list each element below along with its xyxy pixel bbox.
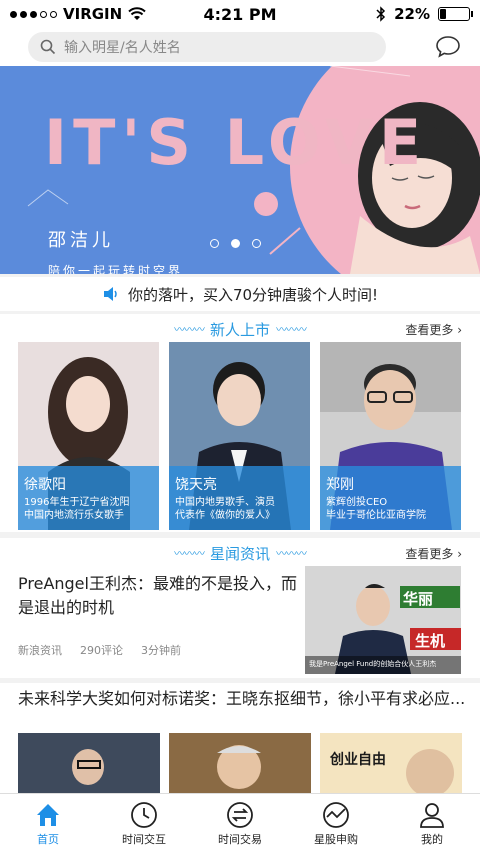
- search-input[interactable]: 输入明星/名人姓名: [28, 32, 386, 62]
- search-icon: [40, 39, 56, 55]
- banner-carousel[interactable]: IT'S LOVE 邵洁儿 陪你一起玩转时空界: [0, 66, 480, 274]
- card-desc: 紫辉创投CEO: [326, 497, 388, 508]
- card-desc: 中国内地男歌手、演员: [175, 497, 275, 508]
- card-name: 徐歌阳: [24, 477, 66, 493]
- status-left: VIRGIN: [10, 5, 190, 23]
- status-right: 22%: [290, 5, 473, 23]
- thumb-caption: 我是PreAngel Fund的创始合伙人王利杰: [309, 660, 437, 668]
- card-info: 郑刚 紫辉创投CEO 毕业于哥伦比亚商学院: [320, 466, 461, 530]
- card-info: 徐歌阳 1996年生于辽宁省沈阳 中国内地流行乐女歌手: [18, 466, 159, 530]
- news-section-header: 〰〰〰 星闻资讯 〰〰〰 查看更多 ›: [0, 538, 480, 568]
- news2-image: 创业自由: [320, 733, 462, 793]
- person-icon: [420, 802, 444, 828]
- card-desc: 中国内地流行乐女歌手: [24, 510, 124, 521]
- card-list: 徐歌阳 1996年生于辽宁省沈阳 中国内地流行乐女歌手 饶天亮 中国内地男歌手、…: [18, 342, 461, 530]
- news2-images: 创业自由: [18, 733, 462, 793]
- wave-decoration: 〰〰〰: [276, 547, 307, 560]
- celebrity-card[interactable]: 徐歌阳 1996年生于辽宁省沈阳 中国内地流行乐女歌手: [18, 342, 159, 530]
- new-listings-section: 〰〰〰 新人上市 〰〰〰 查看更多 › 徐歌阳 1996年生于辽宁省沈阳 中国内…: [0, 314, 480, 532]
- banner-title: IT'S LOVE: [44, 106, 428, 179]
- news-comments: 290评论: [80, 644, 123, 657]
- message-icon[interactable]: [434, 33, 462, 61]
- wave-decoration: 〰〰〰: [173, 547, 205, 560]
- carousel-dot-active[interactable]: [231, 239, 240, 248]
- wave-decoration: 〰〰〰: [173, 323, 205, 336]
- news-thumbnail[interactable]: 华丽 生机 我是PreAngel Fund的创始合伙人王利杰: [305, 566, 461, 674]
- clock-icon: [131, 801, 157, 828]
- carousel-indicator: [210, 239, 261, 248]
- notice-bar[interactable]: 你的落叶，买入70分钟唐骏个人时间!: [0, 277, 480, 311]
- speaker-icon: [103, 287, 117, 301]
- carousel-dot[interactable]: [252, 239, 261, 248]
- tab-time-interaction[interactable]: 时间交互: [96, 794, 192, 853]
- card-info: 饶天亮 中国内地男歌手、演员 代表作《做你的爱人》: [169, 466, 310, 530]
- news-item[interactable]: 未来科学大奖如何对标诺奖：王晓东抠细节，徐小平有求必应... 创业自由: [0, 683, 480, 793]
- new-section-title-wrap: 〰〰〰 新人上市 〰〰〰: [173, 319, 307, 340]
- news-section-title-wrap: 〰〰〰 星闻资讯 〰〰〰: [173, 543, 307, 564]
- celebrity-card[interactable]: 饶天亮 中国内地男歌手、演员 代表作《做你的爱人》: [169, 342, 310, 530]
- news2-image-text: 创业自由: [330, 752, 386, 768]
- battery-fill: [440, 9, 447, 19]
- card-desc: 毕业于哥伦比亚商学院: [326, 510, 426, 521]
- notice-text: 你的落叶，买入70分钟唐骏个人时间!: [127, 285, 379, 304]
- tab-profile[interactable]: 我的: [384, 794, 480, 853]
- battery-icon: [438, 7, 473, 21]
- news-headline[interactable]: PreAngel王利杰：最难的不是投入，而是退出的时机: [18, 572, 298, 620]
- battery-percent: 22%: [394, 5, 430, 23]
- news2-image: [18, 733, 160, 793]
- status-bar: VIRGIN 4:21 PM 22%: [0, 0, 480, 28]
- tab-label: 时间交互: [122, 832, 166, 846]
- card-desc: 1996年生于辽宁省沈阳: [24, 497, 130, 508]
- card-desc: 代表作《做你的爱人》: [175, 510, 275, 521]
- home-icon: [37, 803, 59, 826]
- card-name: 饶天亮: [175, 477, 217, 493]
- carousel-dot[interactable]: [210, 239, 219, 248]
- news2-headline[interactable]: 未来科学大奖如何对标诺奖：王晓东抠细节，徐小平有求必应...: [18, 687, 468, 710]
- new-section-title: 新人上市: [209, 320, 270, 339]
- tab-label: 我的: [421, 832, 443, 846]
- news-meta: 新浪资讯 290评论 3分钟前: [18, 642, 181, 658]
- news2-image: [169, 733, 311, 793]
- news-thumbnail-image: [305, 566, 461, 674]
- carrier-label: VIRGIN: [63, 5, 123, 23]
- banner-name: 邵洁儿: [48, 230, 114, 251]
- card-name: 郑刚: [326, 477, 354, 493]
- tab-label: 星股申购: [314, 832, 358, 846]
- thumb-text-2: 生机: [415, 632, 446, 650]
- news-section-more-link[interactable]: 查看更多 ›: [405, 545, 462, 562]
- tab-star-stock[interactable]: 星股申购: [288, 794, 384, 853]
- wifi-icon: [128, 7, 146, 20]
- tab-bar: 首页 时间交互 时间交易 星股申购 我的: [0, 793, 480, 853]
- news-section-title: 星闻资讯: [209, 544, 270, 563]
- new-section-header: 〰〰〰 新人上市 〰〰〰 查看更多 ›: [0, 314, 480, 344]
- tab-home[interactable]: 首页: [0, 794, 96, 853]
- news-source: 新浪资讯: [18, 644, 62, 657]
- news-section: 〰〰〰 星闻资讯 〰〰〰 查看更多 › PreAngel王利杰：最难的不是投入，…: [0, 538, 480, 678]
- status-time: 4:21 PM: [203, 4, 277, 24]
- search-header: 输入明星/名人姓名: [0, 28, 480, 66]
- new-section-more-link[interactable]: 查看更多 ›: [405, 321, 462, 338]
- wave-decoration: 〰〰〰: [276, 323, 307, 336]
- tab-time-trading[interactable]: 时间交易: [192, 794, 288, 853]
- banner-subtitle: 陪你一起玩转时空界: [48, 264, 184, 274]
- exchange-icon: [227, 801, 253, 828]
- celebrity-card[interactable]: 郑刚 紫辉创投CEO 毕业于哥伦比亚商学院: [320, 342, 461, 530]
- tab-label: 时间交易: [218, 832, 262, 846]
- news-time: 3分钟前: [141, 644, 181, 657]
- bluetooth-icon: [376, 6, 386, 22]
- signal-icon: [10, 10, 57, 18]
- thumb-text-1: 华丽: [403, 590, 434, 608]
- chart-icon: [323, 801, 349, 828]
- search-placeholder: 输入明星/名人姓名: [64, 40, 181, 56]
- tab-label: 首页: [37, 832, 59, 846]
